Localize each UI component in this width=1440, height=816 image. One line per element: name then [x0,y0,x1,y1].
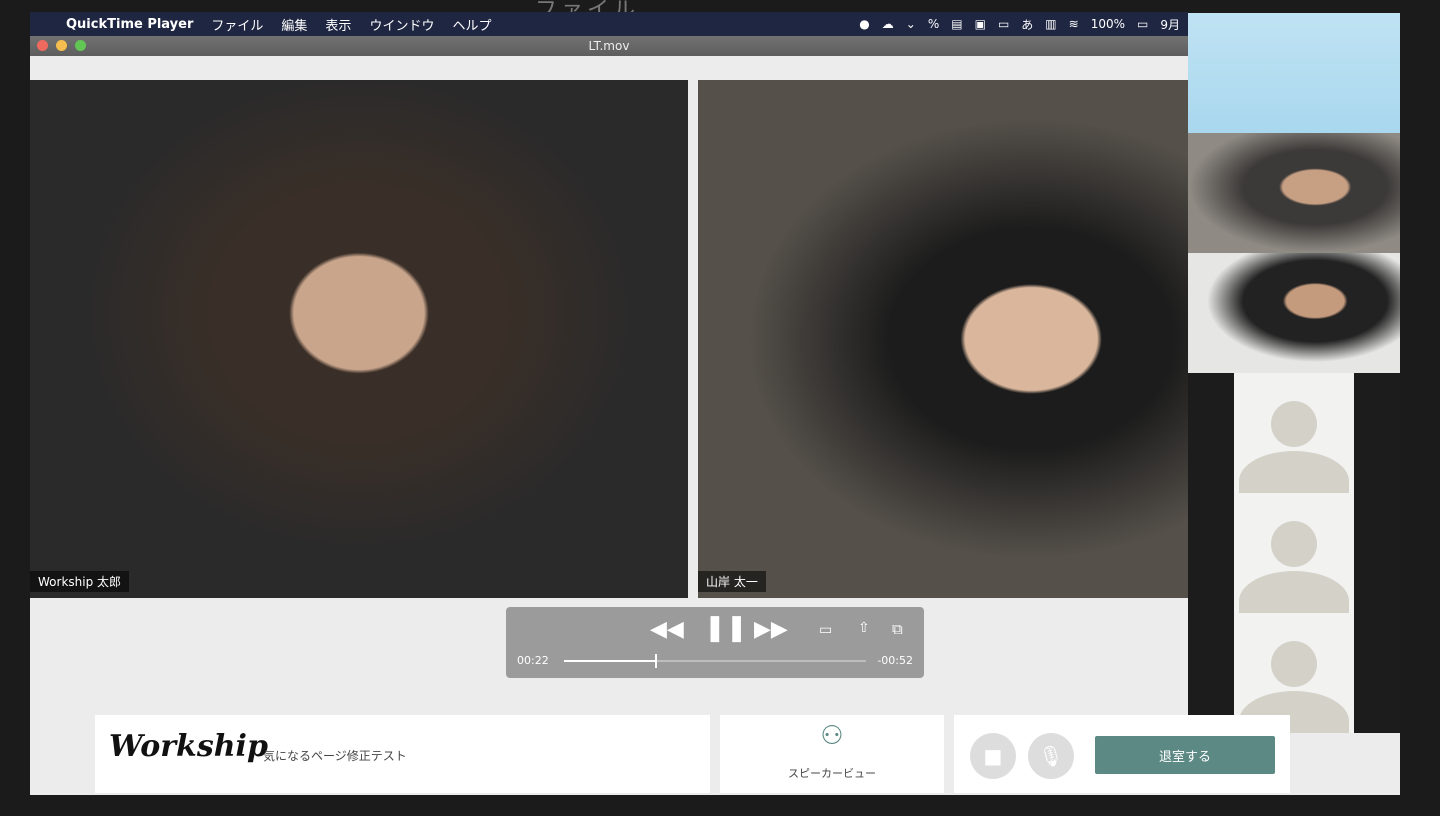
seek-progress [564,660,655,662]
menu-app-name[interactable]: QuickTime Player [66,17,193,32]
window-title: LT.mov [588,39,630,53]
leave-button[interactable]: 退室する [1095,736,1275,774]
clock[interactable]: 9月 [1160,16,1180,33]
status-area: ● ☁ ⌄ % ▤ ▣ ▭ あ ▥ ≋ 100% ▭ 9月 [859,12,1188,36]
airplay-icon[interactable]: ▭ [819,622,832,638]
battery-percent: 100% [1090,17,1126,31]
menu-edit[interactable]: 編集 [281,15,307,34]
speaker-view-button[interactable]: ⚇ スピーカービュー [720,715,944,793]
clipboard-icon[interactable]: ▤ [951,17,962,31]
share-icon[interactable]: ⇧ [858,620,870,636]
participant-thumbnail[interactable] [1188,13,1400,133]
pause-icon[interactable]: ❚❚ [704,613,748,643]
balloon-icon[interactable]: ● [859,17,869,31]
people-icon: ⚇ [820,721,844,751]
picture-in-picture-icon[interactable]: ⧉ [892,620,903,638]
participant-name: Workship 太郎 [30,571,130,592]
wifi-icon[interactable]: ≋ [1069,17,1079,31]
remaining-time: -00:52 [877,654,913,667]
participant-thumbnail[interactable] [1188,253,1400,373]
avatar-placeholder [1234,493,1354,613]
title-bar: LT.mov [30,36,1188,56]
meeting-info-panel: Workship 気になるページ修正テスト [95,715,710,793]
participant-thumbnail[interactable] [1188,133,1400,253]
airplay-icon[interactable]: ▭ [998,17,1009,31]
menu-view[interactable]: 表示 [325,15,351,34]
camera-toggle[interactable]: ■ [970,733,1016,779]
memory-icon[interactable]: ▥ [1045,17,1056,31]
participant-name: 山岸 太一 [698,571,766,592]
avatar-placeholder [1234,373,1354,493]
menu-bar: QuickTime Player ファイル 編集 表示 ウインドウ ヘルプ ● … [30,12,1188,36]
playback-controls: ◀◀ ❚❚ ▶▶ ▭ ⇧ ⧉ 00:22 -00:52 [506,607,924,678]
microphone-icon: 🎙 [1038,744,1064,768]
menu-help[interactable]: ヘルプ [452,15,491,34]
battery-icon[interactable]: ▭ [1137,17,1148,31]
menu-window[interactable]: ウインドウ [369,15,434,34]
page-title: 気になるページ修正テスト [263,749,407,763]
seek-bar[interactable] [564,654,866,668]
download-icon[interactable]: ⌄ [906,17,916,31]
workship-logo: Workship [109,729,268,764]
docker-icon[interactable]: ☁ [882,17,894,31]
input-method-icon[interactable]: あ [1021,16,1033,33]
menu-file[interactable]: ファイル [211,15,263,34]
speaker-view-label: スピーカービュー [788,767,876,780]
mic-toggle[interactable]: 🎙 [1028,733,1074,779]
video-feed-left: Workship 太郎 [30,80,688,598]
percent-icon[interactable]: % [928,17,939,31]
rewind-icon[interactable]: ◀◀ [650,617,684,642]
notes-icon[interactable]: ▣ [975,17,986,31]
elapsed-time: 00:22 [517,654,549,667]
video-feed-right: 山岸 太一 [698,80,1188,598]
seek-handle[interactable] [654,654,657,668]
camera-icon: ■ [983,744,1003,768]
fast-forward-icon[interactable]: ▶▶ [754,617,788,642]
